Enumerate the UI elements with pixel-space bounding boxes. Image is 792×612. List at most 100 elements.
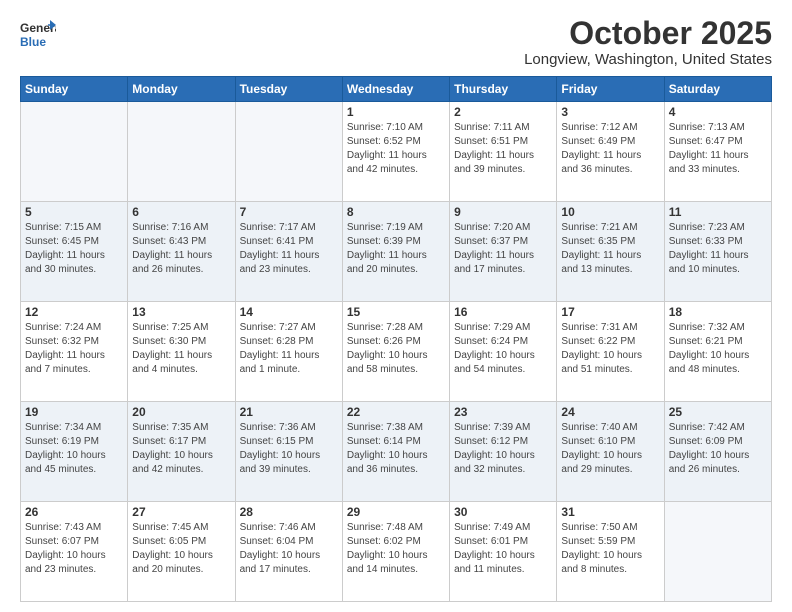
day-info-line: Sunrise: 7:12 AM [561,121,659,135]
day-info-line: Sunrise: 7:10 AM [347,121,445,135]
day-info-line: Daylight: 11 hours and 36 minutes. [561,149,659,177]
day-info-line: Daylight: 10 hours and 17 minutes. [240,549,338,577]
calendar-cell-3-1: 12Sunrise: 7:24 AMSunset: 6:32 PMDayligh… [21,302,128,402]
day-info-line: Sunset: 6:35 PM [561,235,659,249]
day-info-line: Sunrise: 7:38 AM [347,421,445,435]
day-number: 27 [132,505,230,519]
day-number: 8 [347,205,445,219]
calendar-cell-5-1: 26Sunrise: 7:43 AMSunset: 6:07 PMDayligh… [21,502,128,602]
day-info-line: Sunset: 6:14 PM [347,435,445,449]
day-info-line: Daylight: 10 hours and 54 minutes. [454,349,552,377]
day-number: 22 [347,405,445,419]
day-number: 1 [347,105,445,119]
day-info-line: Sunset: 6:21 PM [669,335,767,349]
day-info-line: Daylight: 10 hours and 8 minutes. [561,549,659,577]
day-number: 19 [25,405,123,419]
day-info-line: Sunrise: 7:28 AM [347,321,445,335]
day-info-line: Sunset: 6:07 PM [25,535,123,549]
day-info-line: Daylight: 11 hours and 23 minutes. [240,249,338,277]
day-number: 14 [240,305,338,319]
day-info-line: Sunrise: 7:32 AM [669,321,767,335]
day-info-line: Sunset: 6:33 PM [669,235,767,249]
day-info-line: Sunset: 6:30 PM [132,335,230,349]
day-info-line: Sunset: 6:24 PM [454,335,552,349]
day-info-line: Sunrise: 7:31 AM [561,321,659,335]
day-info-line: Sunrise: 7:34 AM [25,421,123,435]
day-info-line: Daylight: 11 hours and 30 minutes. [25,249,123,277]
calendar-cell-4-5: 23Sunrise: 7:39 AMSunset: 6:12 PMDayligh… [450,402,557,502]
calendar-cell-1-4: 1 Sunrise: 7:10 AMSunset: 6:52 PMDaylight… [342,102,449,202]
calendar-cell-3-7: 18 Sunrise: 7:32 AMSunset: 6:21 PMDayligh… [664,302,771,402]
day-number: 31 [561,505,659,519]
day-info-line: Sunset: 6:47 PM [669,135,767,149]
day-info-line: Daylight: 11 hours and 13 minutes. [561,249,659,277]
day-info-line: Daylight: 10 hours and 14 minutes. [347,549,445,577]
calendar-cell-5-2: 27Sunrise: 7:45 AMSunset: 6:05 PMDayligh… [128,502,235,602]
day-number: 4 [669,105,767,119]
weekday-header-row: Sunday Monday Tuesday Wednesday Thursday… [21,77,772,102]
day-info-line: Sunset: 6:15 PM [240,435,338,449]
day-info-line: Sunset: 6:52 PM [347,135,445,149]
day-info-line: Sunrise: 7:39 AM [454,421,552,435]
day-info-line: Daylight: 11 hours and 33 minutes. [669,149,767,177]
calendar-cell-3-3: 14Sunrise: 7:27 AMSunset: 6:28 PMDayligh… [235,302,342,402]
day-info-line: Sunset: 6:05 PM [132,535,230,549]
day-info-line: Sunset: 6:41 PM [240,235,338,249]
day-info-line: Sunrise: 7:16 AM [132,221,230,235]
day-info-line: Sunset: 6:51 PM [454,135,552,149]
day-info-line: Sunset: 6:28 PM [240,335,338,349]
day-info-line: Sunrise: 7:36 AM [240,421,338,435]
calendar-cell-3-4: 15Sunrise: 7:28 AMSunset: 6:26 PMDayligh… [342,302,449,402]
calendar-cell-5-6: 31Sunrise: 7:50 AMSunset: 5:59 PMDayligh… [557,502,664,602]
day-info-line: Daylight: 11 hours and 7 minutes. [25,349,123,377]
week-row-2: 5Sunrise: 7:15 AMSunset: 6:45 PMDaylight… [21,202,772,302]
day-info-line: Sunrise: 7:19 AM [347,221,445,235]
day-info-line: Daylight: 10 hours and 32 minutes. [454,449,552,477]
calendar-cell-5-5: 30Sunrise: 7:49 AMSunset: 6:01 PMDayligh… [450,502,557,602]
calendar-cell-4-2: 20Sunrise: 7:35 AMSunset: 6:17 PMDayligh… [128,402,235,502]
header-wednesday: Wednesday [342,77,449,102]
day-number: 9 [454,205,552,219]
day-number: 11 [669,205,767,219]
day-info-line: Daylight: 10 hours and 26 minutes. [669,449,767,477]
day-info-line: Sunrise: 7:27 AM [240,321,338,335]
day-info-line: Sunrise: 7:50 AM [561,521,659,535]
week-row-1: 1Sunrise: 7:10 AMSunset: 6:52 PMDaylight… [21,102,772,202]
day-info-line: Sunrise: 7:40 AM [561,421,659,435]
calendar-cell-1-7: 4 Sunrise: 7:13 AMSunset: 6:47 PMDaylight… [664,102,771,202]
calendar-cell-1-6: 3Sunrise: 7:12 AMSunset: 6:49 PMDaylight… [557,102,664,202]
day-number: 15 [347,305,445,319]
day-info-line: Daylight: 10 hours and 23 minutes. [25,549,123,577]
header-friday: Friday [557,77,664,102]
calendar-table: Sunday Monday Tuesday Wednesday Thursday… [20,76,772,602]
calendar-cell-2-6: 10Sunrise: 7:21 AMSunset: 6:35 PMDayligh… [557,202,664,302]
day-info-line: Sunset: 6:02 PM [347,535,445,549]
day-number: 18 [669,305,767,319]
day-info-line: Sunset: 6:43 PM [132,235,230,249]
svg-text:Blue: Blue [20,35,46,49]
calendar-cell-1-5: 2Sunrise: 7:11 AMSunset: 6:51 PMDaylight… [450,102,557,202]
day-info-line: Daylight: 10 hours and 11 minutes. [454,549,552,577]
day-number: 20 [132,405,230,419]
calendar-cell-2-2: 6Sunrise: 7:16 AMSunset: 6:43 PMDaylight… [128,202,235,302]
header-tuesday: Tuesday [235,77,342,102]
day-info-line: Daylight: 10 hours and 36 minutes. [347,449,445,477]
day-number: 3 [561,105,659,119]
calendar-cell-2-5: 9Sunrise: 7:20 AMSunset: 6:37 PMDaylight… [450,202,557,302]
page: General Blue October 2025 Longview, Wash… [0,0,792,612]
day-info-line: Sunrise: 7:13 AM [669,121,767,135]
day-info-line: Daylight: 11 hours and 39 minutes. [454,149,552,177]
day-info-line: Daylight: 10 hours and 39 minutes. [240,449,338,477]
day-info-line: Sunrise: 7:48 AM [347,521,445,535]
day-info-line: Daylight: 11 hours and 42 minutes. [347,149,445,177]
header-thursday: Thursday [450,77,557,102]
day-info-line: Sunrise: 7:23 AM [669,221,767,235]
day-info-line: Daylight: 10 hours and 48 minutes. [669,349,767,377]
calendar-cell-5-4: 29Sunrise: 7:48 AMSunset: 6:02 PMDayligh… [342,502,449,602]
header-monday: Monday [128,77,235,102]
calendar-cell-5-3: 28Sunrise: 7:46 AMSunset: 6:04 PMDayligh… [235,502,342,602]
day-info-line: Sunset: 6:37 PM [454,235,552,249]
calendar-cell-2-1: 5Sunrise: 7:15 AMSunset: 6:45 PMDaylight… [21,202,128,302]
day-info-line: Sunset: 6:09 PM [669,435,767,449]
day-number: 21 [240,405,338,419]
